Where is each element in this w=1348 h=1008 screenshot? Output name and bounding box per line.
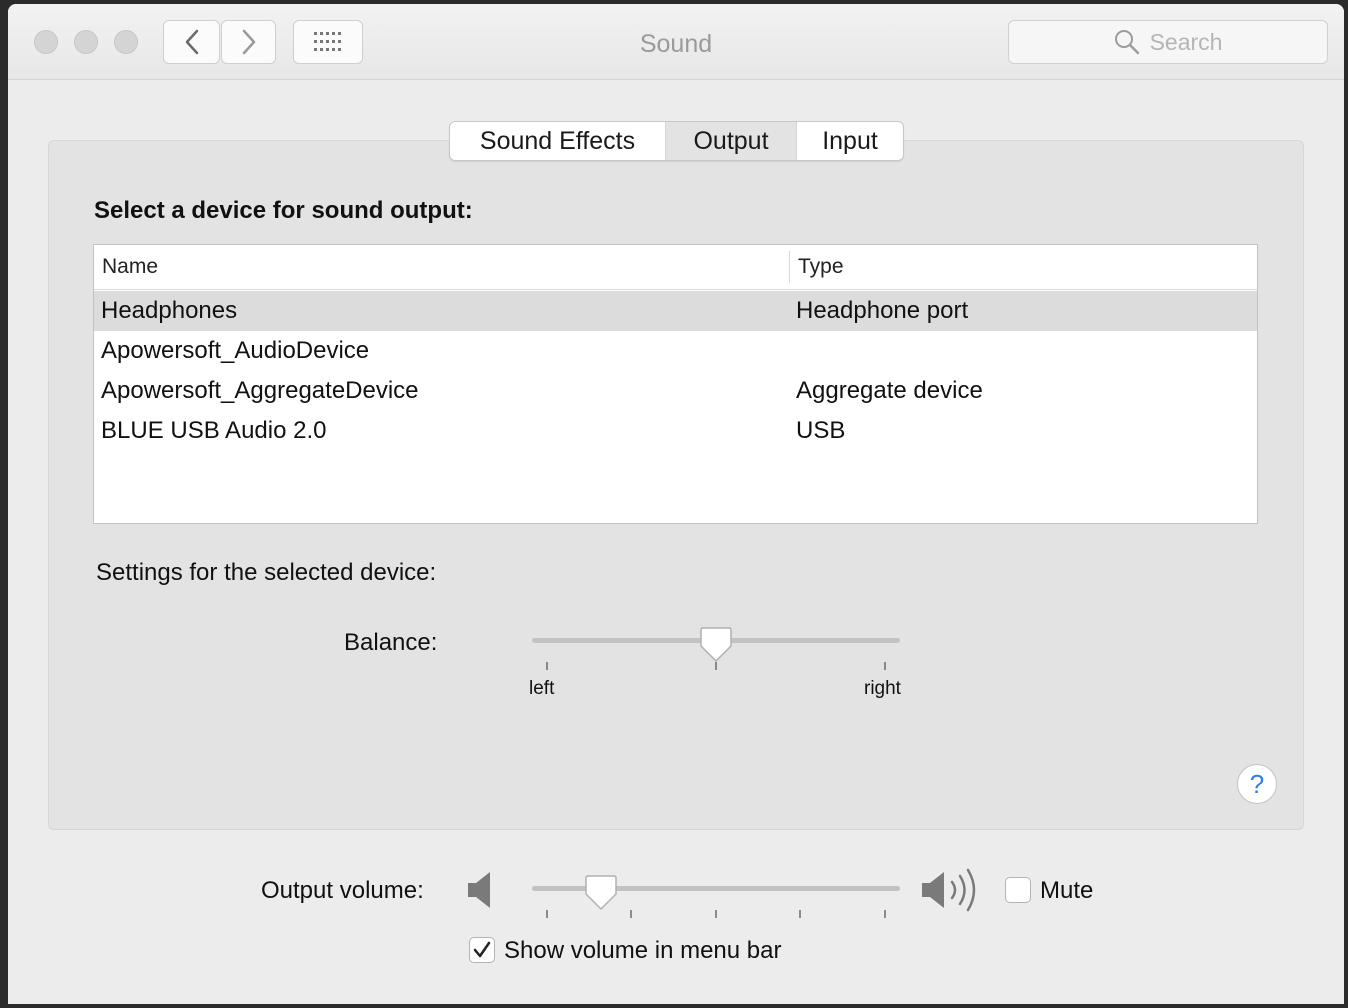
volume-tick — [799, 910, 801, 918]
checkmark-icon — [473, 941, 491, 958]
show-volume-checkbox[interactable] — [469, 937, 495, 963]
mute-label: Mute — [1040, 877, 1094, 904]
search-placeholder: Search — [1149, 28, 1223, 55]
balance-slider-thumb[interactable] — [699, 626, 733, 664]
device-name: Apowersoft_AudioDevice — [101, 337, 370, 364]
table-row[interactable]: BLUE USB Audio 2.0 USB — [94, 411, 1257, 451]
mute-checkbox[interactable] — [1005, 877, 1031, 903]
settings-label: Settings for the selected device: — [96, 559, 437, 586]
table-row[interactable]: Headphones Headphone port — [94, 291, 1257, 331]
device-type: Aggregate device — [796, 377, 983, 404]
tab-output[interactable]: Output — [665, 122, 796, 160]
balance-tick — [884, 662, 886, 670]
search-field[interactable]: Search — [1008, 20, 1328, 64]
balance-slider[interactable] — [532, 626, 900, 676]
table-row[interactable]: Apowersoft_AggregateDevice Aggregate dev… — [94, 371, 1257, 411]
device-table: Name Type Headphones Headphone port Apow… — [93, 244, 1258, 524]
table-header: Name Type — [94, 245, 1257, 290]
column-header-type[interactable]: Type — [798, 255, 844, 279]
column-header-name[interactable]: Name — [102, 255, 158, 279]
device-name: Headphones — [101, 297, 238, 324]
volume-tick — [630, 910, 632, 918]
volume-slider-thumb[interactable] — [584, 874, 618, 912]
tab-bar: Sound Effects Output Input — [449, 121, 904, 161]
balance-right-label: right — [864, 678, 901, 699]
balance-label: Balance: — [344, 629, 438, 656]
table-row[interactable]: Apowersoft_AudioDevice — [94, 331, 1257, 371]
speaker-high-icon — [922, 868, 976, 912]
tab-input[interactable]: Input — [796, 122, 903, 160]
volume-tick — [546, 910, 548, 918]
device-name: Apowersoft_AggregateDevice — [101, 377, 419, 404]
show-volume-label: Show volume in menu bar — [504, 937, 782, 964]
volume-tick — [884, 910, 886, 918]
sound-preferences-window: Sound Search Sound Effects Output Input … — [8, 4, 1344, 1004]
balance-left-label: left — [529, 678, 555, 699]
title-bar: Sound Search — [8, 4, 1344, 80]
output-volume-label: Output volume: — [261, 877, 424, 904]
output-heading: Select a device for sound output: — [94, 197, 473, 224]
device-name: BLUE USB Audio 2.0 — [101, 417, 327, 444]
magnifier-icon — [1114, 30, 1139, 55]
balance-tick — [546, 662, 548, 670]
device-type: USB — [796, 417, 846, 444]
speaker-low-icon — [468, 872, 490, 908]
help-button[interactable]: ? — [1237, 764, 1277, 804]
tab-sound-effects[interactable]: Sound Effects — [450, 122, 665, 160]
volume-tick — [715, 910, 717, 918]
output-volume-slider[interactable] — [532, 874, 900, 924]
device-type: Headphone port — [796, 297, 969, 324]
column-divider[interactable] — [789, 251, 790, 283]
